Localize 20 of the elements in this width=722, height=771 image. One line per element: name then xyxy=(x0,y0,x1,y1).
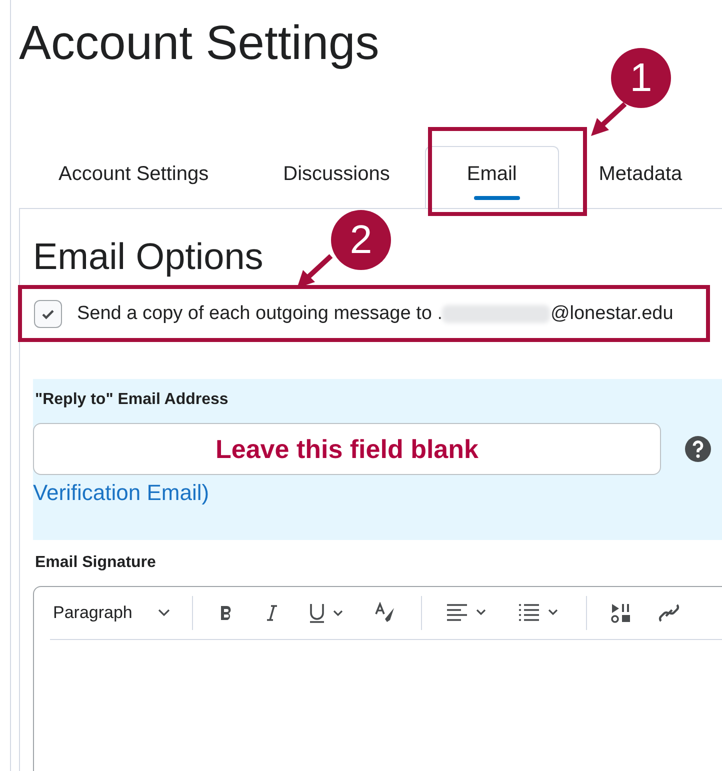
field-label: Email Signature xyxy=(34,553,157,573)
tab[interactable]: Account Settings xyxy=(19,146,248,208)
tab[interactable]: Email xyxy=(424,146,559,208)
tab[interactable]: Metadata xyxy=(558,146,722,208)
checkbox[interactable] xyxy=(34,300,62,328)
editor-field[interactable]: Paragraph xyxy=(33,586,722,771)
email-domain: @lonestar.edu xyxy=(550,303,674,325)
format-dropdown[interactable]: Paragraph xyxy=(50,603,182,623)
caret-icon xyxy=(158,609,170,617)
help-icon[interactable] xyxy=(685,436,711,462)
step-number: 2 xyxy=(331,210,391,270)
input-field[interactable]: Leave this field blank xyxy=(33,423,661,475)
tab[interactable]: Discussions xyxy=(248,146,425,208)
section-heading: Email Options xyxy=(33,235,264,279)
field-label: "Reply to" Email Address xyxy=(34,390,230,410)
media-icon[interactable] xyxy=(610,602,632,624)
verification-link[interactable]: Verification Email) xyxy=(33,478,722,508)
checkbox-label: Send a copy of each outgoing message to . xyxy=(77,303,442,325)
step-number: 1 xyxy=(611,48,671,108)
page-title: Account Settings xyxy=(18,16,380,72)
